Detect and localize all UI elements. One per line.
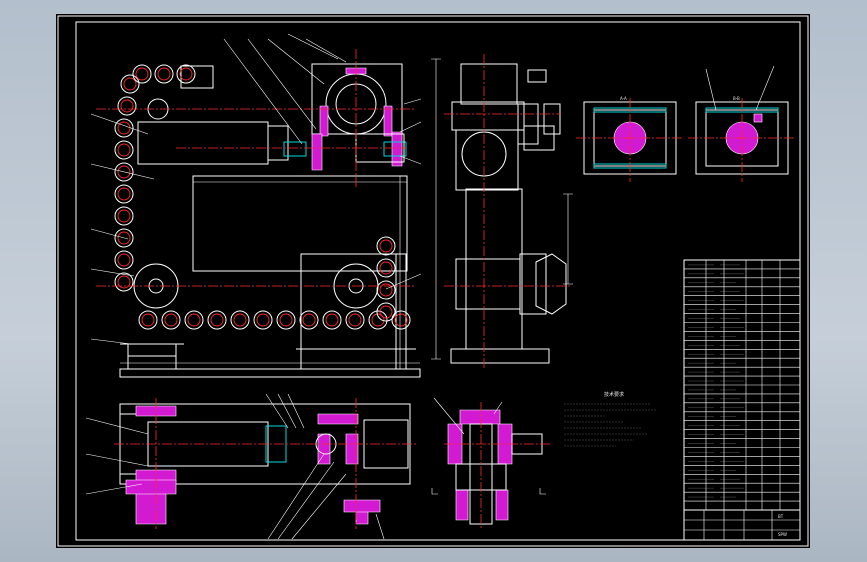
- chain-roller-bottom-0: [141, 313, 155, 327]
- side-lower-flange: [519, 253, 547, 315]
- motor-end-cap: [267, 125, 289, 161]
- detail-b-leaders: [705, 65, 775, 111]
- upper-tensioner: [180, 65, 214, 89]
- left-foot: [120, 343, 184, 369]
- motor-body: [137, 121, 269, 165]
- title-code-1: BT: [778, 514, 784, 519]
- chain-roller-bottom-8: [325, 313, 339, 327]
- title-code-2: SPW: [778, 532, 787, 537]
- chain-roller-left-3: [117, 143, 131, 157]
- chain-bottom-row: [138, 310, 411, 330]
- side-handwheel: [535, 253, 567, 315]
- plan-right-sprocket-section: [343, 499, 381, 525]
- plan-view: [85, 393, 416, 540]
- notes-text-lines: [564, 403, 656, 447]
- drawing-sheet: A-A B-B 技术要求 BT SPW: [56, 14, 810, 548]
- chain-roller-right-0: [379, 239, 393, 253]
- side-column: [465, 188, 523, 350]
- main-frame: [192, 175, 408, 272]
- chain-roller-left-5: [117, 187, 131, 201]
- chain-roller-bottom-9: [348, 313, 362, 327]
- chain-roller-bottom-2: [187, 313, 201, 327]
- chain-top-row: [132, 64, 196, 84]
- title-block: BT SPW: [683, 509, 801, 541]
- side-shaft-end: [543, 103, 561, 135]
- inner-border: [75, 21, 801, 541]
- detail-b-key: [753, 113, 763, 123]
- side-dimension-height: [431, 58, 441, 360]
- chain-roller-top-0: [135, 67, 149, 81]
- side-shaft-bearing: [523, 125, 555, 151]
- side-dimension-right: [563, 193, 573, 285]
- chain-roller-left-6: [117, 209, 131, 223]
- chain-right-column: [376, 236, 396, 322]
- coupling-left: [283, 141, 307, 157]
- side-gearbox-flange: [451, 101, 525, 131]
- section-housing-hatch: [447, 409, 513, 465]
- notes-heading: 技术要求: [604, 391, 624, 398]
- technical-notes: 技术要求: [564, 391, 656, 447]
- chain-roller-bottom-5: [256, 313, 270, 327]
- gearbox-bearing-section: [311, 131, 403, 171]
- chain-roller-bottom-1: [164, 313, 178, 327]
- leader-lines-front: [90, 33, 422, 345]
- chain-roller-left-0: [123, 77, 137, 91]
- chain-roller-top-2: [179, 67, 193, 81]
- cad-drawing: A-A B-B 技术要求 BT SPW: [57, 15, 809, 547]
- chain-roller-right-1: [379, 261, 393, 275]
- chain-roller-top-1: [157, 67, 171, 81]
- base-rail: [119, 368, 421, 378]
- front-view: [90, 33, 422, 378]
- side-gearbox-body: [455, 129, 519, 191]
- plan-gearbox-section: [317, 413, 359, 465]
- section-view: [431, 397, 550, 530]
- chain-roller-bottom-7: [302, 313, 316, 327]
- detail-a: A-A: [576, 96, 684, 182]
- side-gearbox-top: [460, 63, 518, 105]
- chain-roller-bottom-4: [233, 313, 247, 327]
- detail-b: B-B: [688, 65, 796, 182]
- detail-a-label: A-A: [620, 96, 627, 101]
- section-lower-bearing-hatch: [455, 489, 509, 521]
- detail-b-label: B-B: [733, 96, 740, 101]
- side-oil-plug: [527, 69, 547, 83]
- chain-roller-bottom-11: [394, 313, 408, 327]
- parts-list: [683, 259, 801, 511]
- parts-list-grid: [684, 260, 800, 510]
- chain-left-column: [114, 74, 140, 292]
- side-base: [450, 348, 550, 364]
- chain-roller-bottom-3: [210, 313, 224, 327]
- chain-roller-left-1: [120, 99, 134, 113]
- chain-roller-bottom-6: [279, 313, 293, 327]
- side-view: [431, 54, 573, 369]
- side-shaft-housing: [517, 103, 539, 145]
- chain-roller-left-8: [117, 253, 131, 267]
- plan-left-sprocket-section: [125, 479, 177, 525]
